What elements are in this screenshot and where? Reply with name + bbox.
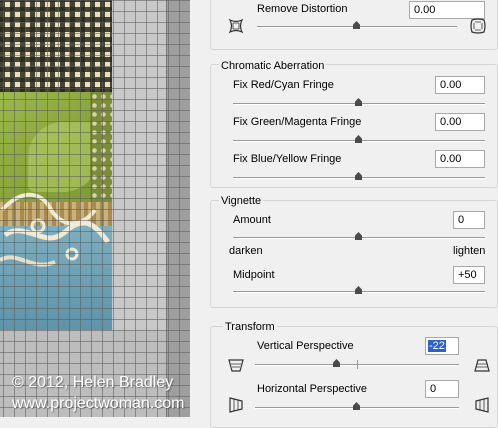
- lighten-label: lighten: [453, 245, 486, 257]
- vertical-perspective-thumb[interactable]: [333, 359, 340, 367]
- transform-title: Transform: [223, 321, 277, 333]
- fix-blue-yellow-label: Fix Blue/Yellow Fringe: [233, 153, 342, 165]
- watermark-copyright: © 2012, Helen Bradley: [12, 374, 174, 391]
- watermark: © 2012, Helen Bradley www.projectwoman.c…: [12, 372, 185, 414]
- fix-green-magenta-thumb[interactable]: [355, 135, 362, 143]
- vignette-title: Vignette: [219, 195, 264, 207]
- remove-distortion-label: Remove Distortion: [257, 3, 348, 15]
- fix-red-cyan-label: Fix Red/Cyan Fringe: [233, 79, 334, 91]
- fix-red-cyan-field[interactable]: 0.00: [435, 76, 485, 94]
- image-preview: © 2012, Helen Bradley www.projectwoman.c…: [0, 0, 190, 417]
- barrel-icon[interactable]: [469, 17, 487, 35]
- perspective-top-narrow-icon[interactable]: [227, 356, 245, 374]
- horizontal-perspective-thumb[interactable]: [353, 402, 360, 410]
- midpoint-label: Midpoint: [233, 269, 275, 281]
- fix-green-magenta-label: Fix Green/Magenta Fringe: [233, 116, 362, 128]
- watermark-url: www.projectwoman.com: [12, 395, 185, 412]
- amount-label: Amount: [233, 214, 271, 226]
- chromatic-aberration-title: Chromatic Aberration: [219, 60, 327, 72]
- amount-field[interactable]: 0: [453, 211, 485, 229]
- fix-blue-yellow-thumb[interactable]: [355, 172, 362, 180]
- lens-correction-panel: Remove Distortion 0.00 Chromatic Aberrat…: [190, 0, 498, 428]
- midpoint-field[interactable]: +50: [453, 266, 485, 284]
- vignette-group: Vignette Amount 0 darken lighten Midpoin…: [210, 195, 498, 308]
- vertical-perspective-center-tick: [357, 360, 358, 369]
- fix-blue-yellow-field[interactable]: 0.00: [435, 150, 485, 168]
- transform-group: Transform Vertical Perspective -22 Horiz…: [210, 321, 498, 428]
- perspective-right-icon[interactable]: [473, 396, 491, 414]
- midpoint-thumb[interactable]: [355, 286, 362, 294]
- grid-overlay: [0, 0, 190, 417]
- pincushion-icon[interactable]: [227, 17, 245, 35]
- chromatic-aberration-group: Chromatic Aberration Fix Red/Cyan Fringe…: [210, 60, 498, 188]
- geometric-distortion-group: Remove Distortion 0.00: [210, 0, 498, 50]
- darken-label: darken: [229, 245, 263, 257]
- remove-distortion-thumb[interactable]: [353, 21, 360, 29]
- amount-thumb[interactable]: [355, 232, 362, 240]
- vertical-perspective-field[interactable]: -22: [425, 337, 459, 355]
- vertical-perspective-value: -22: [428, 340, 446, 352]
- perspective-top-wide-icon[interactable]: [473, 356, 491, 374]
- fix-green-magenta-field[interactable]: 0.00: [435, 113, 485, 131]
- fix-red-cyan-thumb[interactable]: [355, 98, 362, 106]
- horizontal-perspective-field[interactable]: 0: [425, 380, 459, 398]
- perspective-left-icon[interactable]: [227, 396, 245, 414]
- horizontal-perspective-label: Horizontal Perspective: [257, 383, 368, 395]
- vertical-perspective-label: Vertical Perspective: [257, 340, 354, 352]
